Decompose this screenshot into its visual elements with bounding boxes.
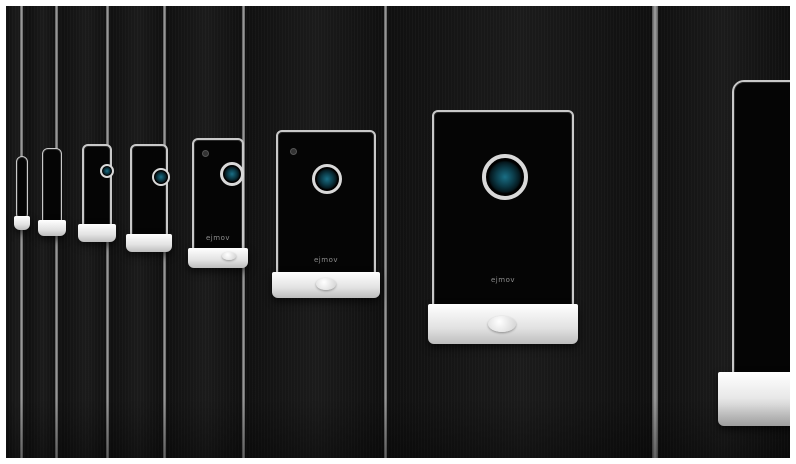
call-button[interactable] [488,316,516,332]
camera-lens [482,154,528,200]
sensor-dot [290,148,297,155]
call-button[interactable] [222,252,236,260]
photo-scene: ejmov ejmov ejmov [6,6,790,458]
camera-lens [312,164,342,194]
brand-label: ejmov [206,234,230,242]
brand-label: ejmov [314,256,338,264]
brand-label: ejmov [491,276,515,284]
access-panel-device-3 [78,144,116,248]
panel-edge-6 [384,6,387,458]
floor-shadow [6,398,790,458]
access-panel-device-2 [38,148,66,246]
call-button[interactable] [316,278,336,290]
access-panel-device-1 [14,156,30,236]
access-panel-device-6: ejmov [272,130,380,302]
access-panel-device-5: ejmov [188,138,248,274]
access-panel-device-4 [126,144,172,256]
access-panel-device-7: ejmov [428,110,578,350]
camera-lens [152,168,170,186]
sensor-dot [202,150,209,157]
camera-lens [100,164,114,178]
camera-lens [220,162,244,186]
access-panel-device-8 [718,80,790,440]
